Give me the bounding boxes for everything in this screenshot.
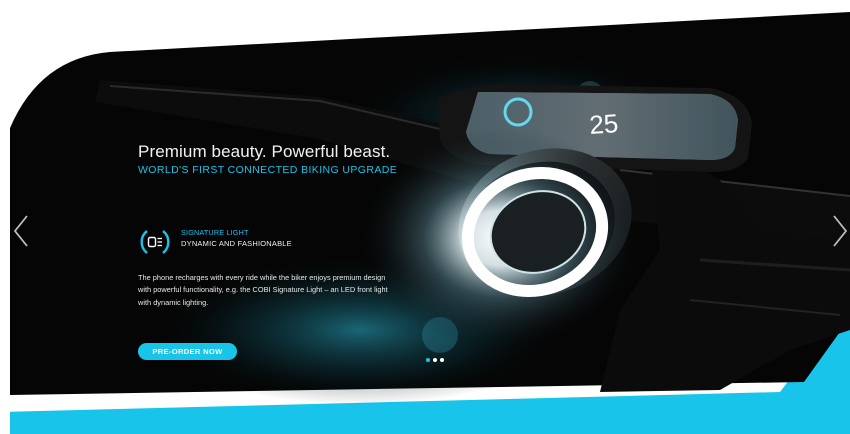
signature-light-icon [140,230,170,254]
slide-subheadline: WORLD'S FIRST CONNECTED BIKING UPGRADE [138,164,398,176]
carousel-dot-3[interactable] [440,358,444,362]
carousel-dots [426,358,444,364]
slide-description: The phone recharges with every ride whil… [138,273,388,307]
feature-subtitle: DYNAMIC AND FASHIONABLE [181,239,292,248]
carousel-dot-1[interactable] [426,358,430,362]
phone-display-value: 25 [588,108,619,140]
slide-headline: Premium beauty. Powerful beast. [138,142,391,161]
carousel-dot-2[interactable] [433,358,437,362]
chevron-left-icon[interactable] [10,213,32,249]
feature-title: SIGNATURE LIGHT [181,228,249,237]
hero-background: 25 [0,0,850,434]
pre-order-button[interactable]: PRE-ORDER NOW [138,343,237,360]
chevron-right-icon[interactable] [829,213,850,249]
hero-slider: 25 Premium beauty. Powerful beast. WORLD… [0,0,850,434]
